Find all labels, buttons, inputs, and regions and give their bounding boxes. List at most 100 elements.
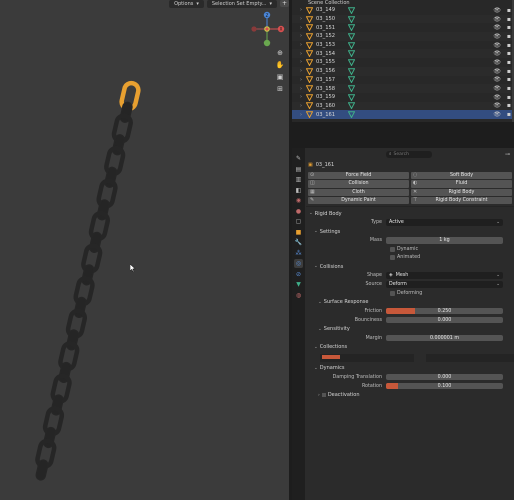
physics-button-collision[interactable]: ◫ Collision [308, 180, 409, 188]
outliner-row[interactable]: › 03_157 👁 ▪ [292, 76, 514, 85]
outliner-row[interactable]: › 03_151 👁 ▪ [292, 23, 514, 32]
rotation-slider[interactable]: 0.100 [386, 382, 503, 390]
sensitivity-section[interactable]: ⌄ Sensitivity [306, 325, 514, 334]
eye-icon[interactable]: 👁 [493, 59, 501, 66]
dynamics-section[interactable]: ⌄ Dynamics [306, 364, 514, 373]
deforming-checkbox[interactable]: Deforming [390, 289, 514, 298]
mesh-data-icon[interactable] [348, 41, 355, 49]
render-tab-icon[interactable]: ▤ [294, 165, 303, 174]
hand-icon[interactable]: ✋ [276, 60, 285, 69]
outliner-row[interactable]: › 03_149 👁 ▪ [292, 6, 514, 15]
camera-icon[interactable]: ▪ [507, 94, 511, 101]
outliner-row[interactable]: › 03_156 👁 ▪ [292, 66, 514, 76]
search-input[interactable]: ⌕ Search [386, 150, 432, 158]
mesh-data-icon[interactable] [348, 59, 355, 66]
mesh-data-icon[interactable] [348, 24, 355, 32]
camera-icon[interactable]: ▣ [276, 72, 285, 81]
physics-button-rigid-body-constraint[interactable]: ⊤ Rigid Body Constraint [411, 196, 512, 205]
physics-button-dynamic-paint[interactable]: ✎ Dynamic Paint [308, 196, 409, 205]
particles-tab-icon[interactable]: ⁂ [294, 249, 303, 258]
physics-button-rigid-body[interactable]: ✕ Rigid Body [411, 188, 512, 196]
physics-button-soft-body[interactable]: ◌ Soft Body [411, 172, 512, 180]
outliner-row[interactable]: › 03_159 👁 ▪ [292, 93, 514, 102]
tool-tab-icon[interactable]: ✎ [294, 154, 303, 163]
collection-layer-box[interactable] [425, 353, 514, 362]
data-tab-icon[interactable]: ▼ [294, 280, 303, 289]
zoom-icon[interactable]: ⊕ [276, 48, 285, 57]
collection-layer-active[interactable] [322, 354, 340, 359]
chain-mesh[interactable] [0, 0, 289, 500]
camera-icon[interactable]: ▪ [507, 68, 511, 75]
type-dropdown[interactable]: Active ⌄ [386, 219, 503, 226]
camera-icon[interactable]: ▪ [507, 50, 511, 57]
navigation-gizmo[interactable]: Z X [248, 10, 286, 48]
mesh-data-icon[interactable] [348, 102, 355, 110]
eye-icon[interactable]: 👁 [493, 50, 501, 57]
mesh-data-icon[interactable] [348, 76, 355, 84]
mesh-data-icon[interactable] [348, 7, 355, 14]
outliner-row[interactable]: › 03_155 👁 ▪ [292, 58, 514, 67]
scene-tab-icon[interactable]: ◉ [294, 196, 303, 205]
grid-icon[interactable]: ⊞ [276, 84, 285, 93]
mesh-data-icon[interactable] [348, 94, 355, 101]
outliner-row[interactable]: › 03_158 👁 ▪ [292, 84, 514, 93]
outliner-row[interactable]: › 03_150 👁 ▪ [292, 14, 514, 24]
camera-icon[interactable]: ▪ [507, 16, 511, 23]
3d-viewport[interactable]: Options ▾ Selection Set Empty... ▾ + Z X… [0, 0, 289, 500]
collisions-section[interactable]: ⌄ Collisions [306, 262, 514, 271]
camera-icon[interactable]: ▪ [507, 85, 511, 92]
modifier-tab-icon[interactable]: 🔧 [294, 238, 303, 247]
material-tab-icon[interactable]: ◍ [294, 291, 303, 300]
collections-section[interactable]: ⌄ Collections [306, 343, 514, 352]
dynamic-checkbox[interactable]: Dynamic [390, 245, 514, 254]
physics-button-cloth[interactable]: ▦ Cloth [308, 188, 409, 196]
camera-icon[interactable]: ▪ [507, 33, 511, 40]
mass-field[interactable]: 1 kg [386, 237, 503, 244]
outliner-row[interactable]: › 03_154 👁 ▪ [292, 49, 514, 59]
physics-button-fluid[interactable]: ◐ Fluid [411, 180, 512, 188]
options-menu[interactable]: Options ▾ [169, 0, 204, 8]
mesh-data-icon[interactable] [348, 111, 355, 119]
eye-icon[interactable]: 👁 [493, 68, 501, 75]
camera-icon[interactable]: ▪ [507, 102, 511, 109]
friction-slider[interactable]: 0.250 [386, 307, 503, 315]
mesh-data-icon[interactable] [348, 33, 355, 40]
deactivation-section[interactable]: › Deactivation [306, 391, 514, 400]
physics-button-force-field[interactable]: ⊙ Force Field [308, 172, 409, 180]
settings-section[interactable]: ⌄ Settings [306, 227, 514, 236]
eye-icon[interactable]: 👁 [493, 16, 501, 23]
eye-icon[interactable]: 👁 [493, 76, 501, 83]
eye-icon[interactable]: 👁 [493, 24, 501, 31]
properties-editor[interactable]: ✎ ▤ ▥ ◧ ◉ ● ▢ ■ 🔧 ⁂ ◎ ⊘ ▼ ◍ ⌕ Search ⊸ ▣… [292, 148, 514, 500]
selection-set-menu[interactable]: Selection Set Empty... ▾ [206, 0, 277, 8]
eye-icon[interactable]: 👁 [493, 42, 501, 49]
surface-response-section[interactable]: ⌄ Surface Response [306, 298, 514, 307]
camera-icon[interactable]: ▪ [507, 111, 511, 118]
view-layer-tab-icon[interactable]: ◧ [294, 186, 303, 195]
camera-icon[interactable]: ▪ [507, 42, 511, 49]
add-selection-set-button[interactable]: + [280, 0, 289, 7]
output-tab-icon[interactable]: ▥ [294, 175, 303, 184]
rigid-body-section[interactable]: ⌄ Rigid Body [306, 209, 514, 218]
eye-icon[interactable]: 👁 [493, 111, 501, 118]
source-dropdown[interactable]: Deform ⌄ [386, 281, 503, 288]
collection-tab-icon[interactable]: ▢ [294, 217, 303, 226]
mesh-data-icon[interactable] [348, 15, 355, 23]
shape-dropdown[interactable]: ◈ Mesh ⌄ [386, 272, 503, 279]
bounciness-slider[interactable]: 0.000 [386, 316, 503, 324]
eye-icon[interactable]: 👁 [493, 102, 501, 109]
camera-icon[interactable]: ▪ [507, 59, 511, 66]
pin-icon[interactable]: ⊸ [505, 151, 510, 158]
eye-icon[interactable]: 👁 [493, 94, 501, 101]
collection-layer-box[interactable] [320, 353, 414, 362]
world-tab-icon[interactable]: ● [294, 207, 303, 216]
damping-translation-slider[interactable]: 0.000 [386, 373, 503, 381]
camera-icon[interactable]: ▪ [507, 76, 511, 83]
outliner-row[interactable]: › 03_153 👁 ▪ [292, 41, 514, 50]
camera-icon[interactable]: ▪ [507, 7, 511, 14]
camera-icon[interactable]: ▪ [507, 24, 511, 31]
eye-icon[interactable]: 👁 [493, 33, 501, 40]
object-tab-icon[interactable]: ■ [294, 228, 303, 237]
eye-icon[interactable]: 👁 [493, 85, 501, 92]
outliner-row[interactable]: › 03_161 👁 ▪ [292, 110, 514, 119]
